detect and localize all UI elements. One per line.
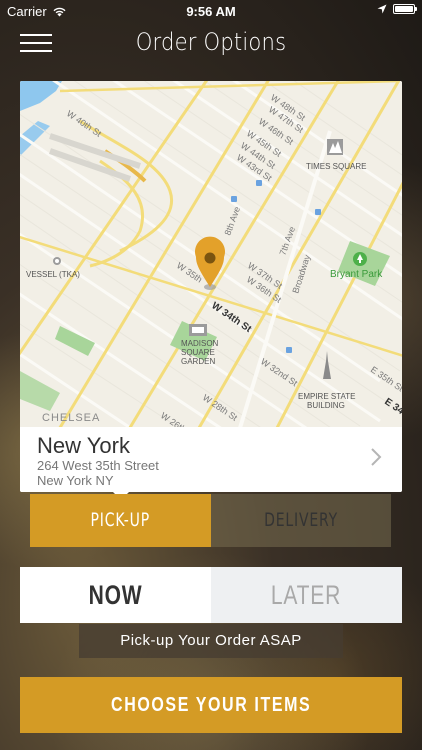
location-arrow-icon	[377, 4, 387, 14]
status-bar: Carrier 9:56 AM	[0, 0, 422, 22]
chevron-right-icon	[371, 448, 382, 466]
battery-fill	[395, 6, 413, 12]
now-label: NOW	[88, 580, 143, 610]
choose-items-label: CHOOSE YOUR ITEMS	[110, 694, 312, 716]
map-label-chelsea: CHELSEA	[42, 412, 100, 424]
choose-items-button[interactable]: CHOOSE YOUR ITEMS	[20, 677, 402, 733]
delivery-label: DELIVERY	[264, 509, 338, 531]
now-option[interactable]: NOW	[20, 567, 211, 623]
location-selector[interactable]: New York 264 West 35th Street New York N…	[20, 427, 402, 492]
map-label-vessel: VESSEL (TKA)	[26, 270, 80, 279]
battery-icon	[393, 4, 417, 14]
pickup-option[interactable]: PICK-UP	[30, 494, 211, 547]
later-option[interactable]: LATER	[211, 567, 402, 623]
page-title: Order Options	[135, 28, 287, 56]
map-label-msg-1: MADISON	[181, 339, 219, 348]
later-label: LATER	[271, 580, 342, 610]
location-address-line2: New York NY	[37, 473, 114, 488]
map-label-bryant-park: Bryant Park	[330, 269, 383, 280]
map-label-msg-3: GARDEN	[181, 357, 215, 366]
map-label-times-square: TIMES SQUARE	[306, 162, 366, 171]
map-label-msg-2: SQUARE	[181, 348, 215, 357]
map-view[interactable]: W 48th St W 47th St W 46th St W 45th St …	[20, 81, 402, 427]
status-time: 9:56 AM	[186, 4, 236, 19]
timing-toggle: NOW LATER	[20, 567, 402, 623]
location-name: New York	[37, 433, 130, 458]
location-card: W 48th St W 47th St W 46th St W 45th St …	[20, 81, 402, 492]
pickup-label: PICK-UP	[90, 509, 151, 531]
header: Order Options	[0, 22, 422, 66]
pickup-note: Pick-up Your Order ASAP	[79, 624, 343, 658]
map-canvas: W 48th St W 47th St W 46th St W 45th St …	[20, 81, 402, 427]
map-label-esb-2: BUILDING	[307, 401, 345, 410]
delivery-option[interactable]: DELIVERY	[211, 494, 391, 547]
status-right	[377, 4, 417, 14]
location-address-line1: 264 West 35th Street	[37, 458, 159, 473]
map-label-esb-1: EMPIRE STATE	[298, 392, 356, 401]
